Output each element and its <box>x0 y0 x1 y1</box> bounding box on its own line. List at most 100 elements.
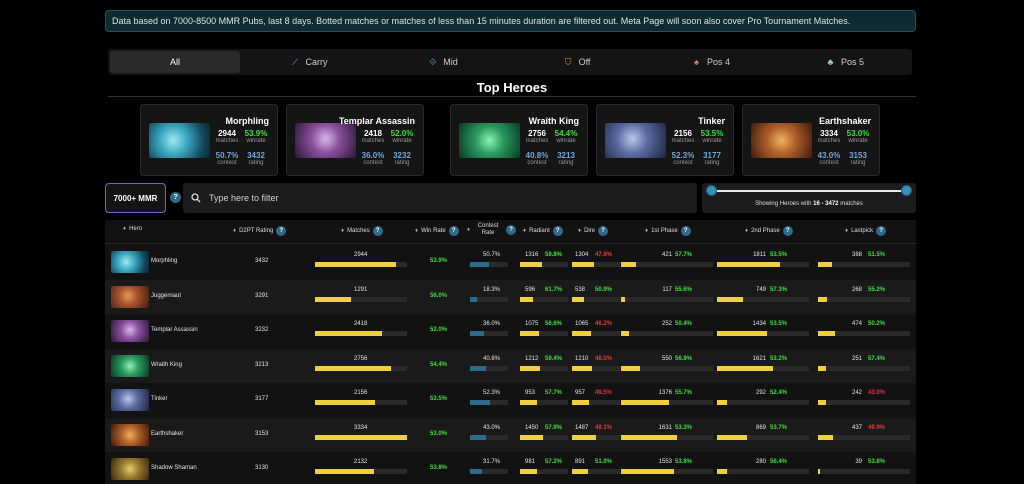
top-hero-card[interactable]: Wraith King 2756 matches 54.4% winrate 40.… <box>450 104 588 176</box>
hero-portrait[interactable] <box>111 458 149 480</box>
sort-icon[interactable]: ♦ <box>123 226 126 233</box>
table-row[interactable]: Wraith King 3213 2756 54.4% 40.8% 1212 59.4% 12… <box>105 348 916 383</box>
contest-rate: 50.7% <box>483 252 501 258</box>
matches-bar-fill <box>315 331 382 336</box>
phase1-winrate: 53.8% <box>675 459 693 465</box>
hero-portrait <box>295 123 356 158</box>
help-icon[interactable]: ? <box>782 226 793 236</box>
sort-icon[interactable]: ♦ <box>845 228 848 235</box>
lastpick-bar-fill <box>818 434 833 440</box>
phase2-bar-track <box>717 469 809 474</box>
top-hero-card[interactable]: Templar Assassin 2418 matches 52.0% winrat… <box>286 104 424 176</box>
lastpick-matches: 39 <box>855 459 862 465</box>
sort-icon[interactable]: ♦ <box>578 228 581 235</box>
table-row[interactable]: Tinker 3177 2156 53.5% 52.3% 953 57.7% 957 49.5%… <box>105 383 916 417</box>
help-icon[interactable]: ? <box>680 226 691 236</box>
phase1-bar-fill <box>621 434 677 440</box>
top-hero-card[interactable]: Morphling 2944 matches 53.9% winrate 50.7%… <box>140 104 278 176</box>
tab-off-label: Off <box>578 57 591 67</box>
top-hero-card[interactable]: Earthshaker 3334 matches 53.0% winrate 43.… <box>742 104 880 176</box>
help-icon[interactable]: ? <box>506 225 517 235</box>
sort-icon[interactable]: ♦ <box>745 228 748 235</box>
help-icon[interactable]: ? <box>598 226 609 236</box>
tab-pos4[interactable]: ♠ Pos 4 <box>646 51 776 73</box>
sort-icon[interactable]: ♦ <box>645 228 648 235</box>
table-row[interactable]: Earthshaker 3153 3334 53.0% 43.0% 1450 57.9% 14… <box>105 417 916 452</box>
sort-icon[interactable]: ♦ <box>467 227 470 234</box>
sort-icon[interactable]: ♦ <box>415 228 418 235</box>
section-title: Top Heroes <box>476 80 548 95</box>
column-header-winrate[interactable]: ♦ Win Rate? <box>415 226 459 236</box>
matches-bar-track <box>315 296 407 302</box>
table-row[interactable]: Shadow Shaman 3130 2132 53.8% 31.7% 981 57.2% 8… <box>105 452 916 484</box>
tab-mid[interactable]: ⟐ Mid <box>378 51 508 73</box>
filter-input[interactable] <box>209 193 659 203</box>
radiant-bar-track <box>520 469 568 474</box>
hero-portrait[interactable] <box>111 285 149 308</box>
column-header-radiant[interactable]: ♦ Radiant? <box>523 226 563 236</box>
matches-bar-track <box>315 331 407 336</box>
tab-all[interactable]: All <box>110 51 240 73</box>
column-label: Win Rate <box>421 227 446 234</box>
radiant-winrate: 57.7% <box>545 390 563 396</box>
hero-portrait[interactable] <box>111 389 149 411</box>
lastpick-bar-track <box>818 331 910 336</box>
phase1-bar-fill <box>621 262 636 267</box>
phase2-winrate: 53.5% <box>770 321 788 327</box>
tab-pos5[interactable]: ♣ Pos 5 <box>780 51 910 73</box>
column-header-rating[interactable]: ♦ D2PT Rating? <box>233 226 287 236</box>
hero-portrait[interactable] <box>111 354 149 377</box>
radiant-matches: 1450 <box>525 424 539 431</box>
help-icon[interactable]: ? <box>552 226 563 236</box>
d2pt-rating: 3130 <box>255 465 269 471</box>
phase1-bar-track <box>621 365 713 371</box>
hero-portrait[interactable] <box>111 320 149 342</box>
phase1-bar-fill <box>621 469 674 474</box>
range-min-handle[interactable] <box>706 185 717 196</box>
win-rate: 54.4% <box>430 361 448 368</box>
phase2-matches: 292 <box>755 390 766 396</box>
column-header-phase2[interactable]: ♦ 2nd Phase? <box>745 226 793 236</box>
tab-all-label: All <box>169 57 180 67</box>
help-icon[interactable]: ? <box>276 226 287 236</box>
sort-icon[interactable]: ♦ <box>523 228 526 235</box>
sort-icon[interactable]: ♦ <box>341 228 344 235</box>
help-icon[interactable]: ? <box>170 192 181 203</box>
column-header-lastpick[interactable]: ♦ Lastpick? <box>845 226 887 236</box>
column-header-hero[interactable]: ♦ Hero <box>123 226 142 233</box>
phase1-winrate: 50.4% <box>675 321 693 327</box>
phase1-matches: 1553 <box>658 459 672 465</box>
column-header-matches[interactable]: ♦ Matches? <box>341 226 383 236</box>
hero-portrait[interactable] <box>111 423 149 446</box>
top-hero-card[interactable]: Tinker 2156 matches 53.5% winrate 52.3% con… <box>596 104 734 176</box>
dire-winrate: 50.9% <box>595 286 613 293</box>
stat-contest: 50.7% contest <box>215 151 239 166</box>
table-row[interactable]: Templar Assassin 3232 2418 52.0% 36.0% 1075 56… <box>105 314 916 348</box>
win-rate: 53.8% <box>430 465 448 471</box>
radiant-matches: 1212 <box>525 355 539 362</box>
lastpick-bar-fill <box>818 365 826 371</box>
column-header-phase1[interactable]: ♦ 1st Phase? <box>645 226 691 236</box>
mmr-filter-button[interactable]: 7000+ MMR <box>105 183 166 213</box>
column-header-dire[interactable]: ♦ Dire? <box>578 226 609 236</box>
help-icon[interactable]: ? <box>876 226 887 236</box>
column-header-contest[interactable]: ♦ Contest Rate? <box>467 223 517 237</box>
sort-icon[interactable]: ♦ <box>233 228 236 235</box>
range-track[interactable] <box>711 190 907 192</box>
matches-bar-track <box>315 365 407 371</box>
hero-portrait[interactable] <box>111 251 149 273</box>
help-icon[interactable]: ? <box>372 226 383 236</box>
matches-count: 3334 <box>354 424 368 431</box>
hero-portrait <box>149 123 210 158</box>
phase2-matches: 1621 <box>752 355 766 362</box>
table-row[interactable]: Morphling 3432 2944 53.9% 50.7% 1316 59.8% 1304… <box>105 245 916 279</box>
help-icon[interactable]: ? <box>448 226 459 236</box>
radiant-bar-track <box>520 296 568 302</box>
tab-carry[interactable]: ⟋ Carry <box>244 51 374 73</box>
table-row[interactable]: Juggernaut 3291 1291 56.0% 18.3% 596 61.7% 538 5… <box>105 279 916 314</box>
contest-bar-track <box>470 331 508 336</box>
tab-off[interactable]: ⛉ Off <box>512 51 642 73</box>
range-max-handle[interactable] <box>901 185 912 196</box>
dire-matches: 891 <box>575 459 586 465</box>
lastpick-matches: 251 <box>851 355 862 362</box>
